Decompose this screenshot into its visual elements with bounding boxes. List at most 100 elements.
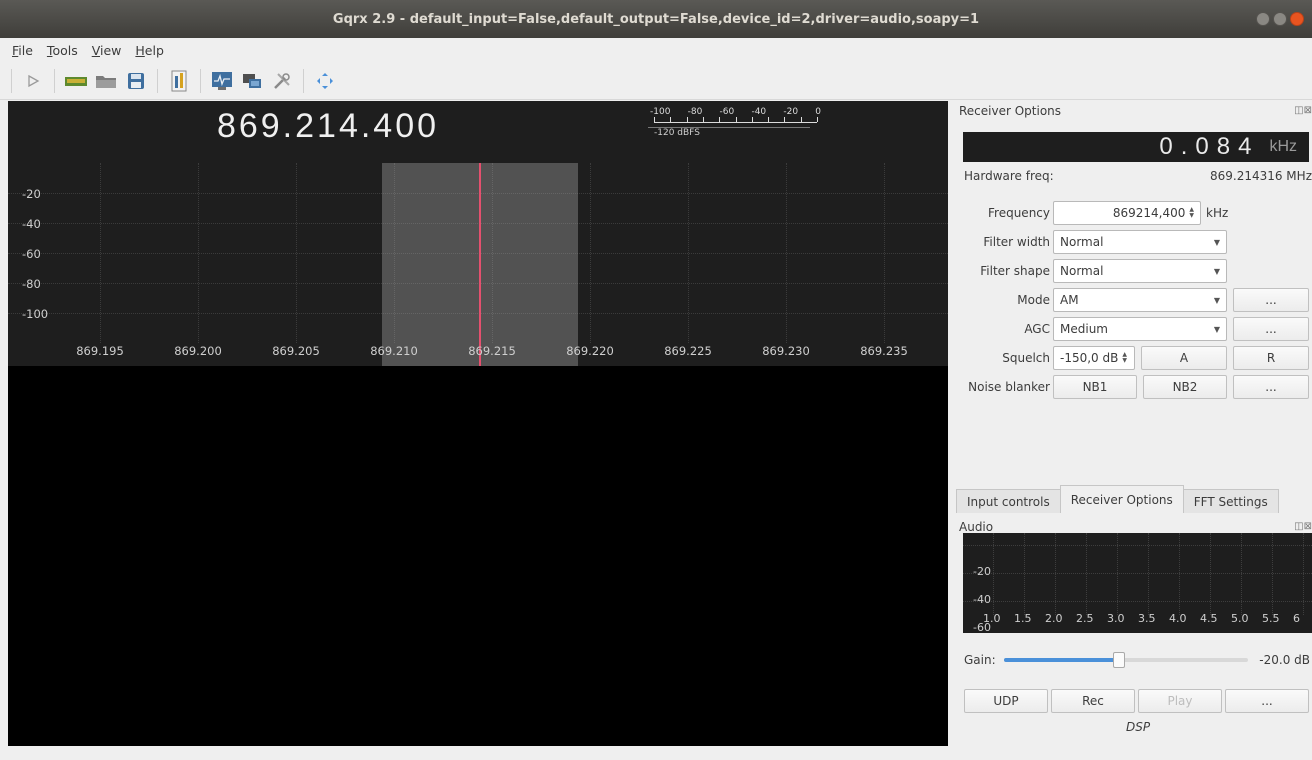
spectrum-icon[interactable] [210, 69, 234, 93]
squelch-spinbox[interactable]: -150,0 dB ▲ ▼ [1053, 346, 1135, 370]
open-icon[interactable] [94, 69, 118, 93]
freq-tick-label: 869.230 [762, 344, 810, 358]
frequency-spinbox[interactable]: 869214,400 ▲ ▼ [1053, 201, 1201, 225]
device-icon[interactable] [64, 69, 88, 93]
frequency-value: 869214,400 [1112, 206, 1186, 220]
audio-options-button[interactable]: ... [1225, 689, 1309, 713]
nb-options-button[interactable]: ... [1233, 375, 1309, 399]
mode-value: AM [1060, 293, 1079, 307]
play-button[interactable]: Play [1138, 689, 1222, 713]
grid-line [884, 163, 885, 343]
grid-line [993, 533, 994, 615]
filter-shape-select[interactable]: Normal ▼ [1053, 259, 1227, 283]
toolbar-separator [157, 68, 158, 93]
close-button[interactable] [1290, 12, 1304, 26]
audio-freq-label: 1.5 [1014, 612, 1032, 625]
freq-tick-label: 869.225 [664, 344, 712, 358]
grid-line [1303, 533, 1304, 615]
toolbar-separator [303, 68, 304, 93]
grid-line [1024, 533, 1025, 615]
toolbar [0, 62, 1312, 100]
record-icon[interactable] [167, 69, 191, 93]
menu-view[interactable]: View [92, 43, 122, 58]
play-icon[interactable] [21, 69, 45, 93]
squelch-auto-button[interactable]: A [1141, 346, 1227, 370]
freq-tick-label: 869.235 [860, 344, 908, 358]
agc-options-button[interactable]: ... [1233, 317, 1309, 341]
grid-line [296, 163, 297, 343]
udp-button[interactable]: UDP [964, 689, 1048, 713]
grid-line [1086, 533, 1087, 615]
tab-receiver-options[interactable]: Receiver Options [1059, 485, 1184, 513]
grid-line [1055, 533, 1056, 615]
dock-float-close-icons[interactable]: ◫⊠ [1294, 105, 1312, 116]
grid-line [1179, 533, 1180, 615]
meter-tick-label: -60 [719, 107, 735, 117]
meter-tick-label: -100 [650, 107, 671, 117]
maximize-button[interactable] [1273, 12, 1287, 26]
spectrum-plot[interactable]: 869.214.400 -100 -80 -60 -40 -20 0 -120 … [8, 101, 948, 366]
agc-value: Medium [1060, 322, 1108, 336]
db-label: -80 [22, 277, 41, 291]
agc-label: AGC [1024, 322, 1050, 336]
dock-float-close-icons[interactable]: ◫⊠ [1294, 521, 1312, 532]
gain-slider[interactable] [1004, 652, 1248, 668]
settings-icon[interactable] [270, 69, 294, 93]
filter-shape-value: Normal [1060, 264, 1104, 278]
tab-input-controls[interactable]: Input controls [956, 489, 1061, 513]
squelch-label: Squelch [1002, 351, 1050, 365]
chevron-down-icon: ▼ [1213, 324, 1220, 334]
menu-file[interactable]: File [12, 43, 33, 58]
frequency-readout[interactable]: 869.214.400 [8, 107, 648, 146]
audio-freq-label: 5.0 [1231, 612, 1249, 625]
frequency-label: Frequency [988, 206, 1050, 220]
hardware-freq-value: 869.214316 MHz [1209, 169, 1312, 183]
minimize-button[interactable] [1256, 12, 1270, 26]
agc-select[interactable]: Medium ▼ [1053, 317, 1227, 341]
noise-blanker-label: Noise blanker [968, 380, 1050, 394]
nb1-button[interactable]: NB1 [1053, 375, 1137, 399]
offset-display[interactable]: 0.084 kHz [963, 132, 1309, 162]
nb2-button[interactable]: NB2 [1143, 375, 1227, 399]
spin-arrows-icon[interactable]: ▲ ▼ [1189, 207, 1194, 219]
window-title: Gqrx 2.9 - default_input=False,default_o… [332, 11, 980, 27]
freq-tick-label: 869.200 [174, 344, 222, 358]
demod-marker[interactable] [479, 163, 481, 366]
audio-dock-title: Audio [959, 520, 994, 534]
gain-slider-handle[interactable] [1112, 652, 1125, 668]
meter-label: -120 dBFS [648, 127, 810, 138]
filter-shape-label: Filter shape [980, 264, 1050, 278]
grid-line [100, 163, 101, 343]
audio-db-label: -20 [973, 565, 991, 578]
mode-options-button[interactable]: ... [1233, 288, 1309, 312]
filter-width-select[interactable]: Normal ▼ [1053, 230, 1227, 254]
spin-arrows-icon[interactable]: ▲ ▼ [1122, 352, 1127, 364]
squelch-reset-button[interactable]: R [1233, 346, 1309, 370]
fullscreen-icon[interactable] [313, 69, 337, 93]
menu-help[interactable]: Help [135, 43, 164, 58]
toolbar-separator [11, 68, 12, 93]
waterfall-display[interactable] [8, 366, 948, 746]
grid-line [963, 601, 1312, 602]
grid-line [963, 545, 1312, 546]
record-button[interactable]: Rec [1051, 689, 1135, 713]
audio-freq-label: 4.0 [1169, 612, 1187, 625]
audio-freq-label: 2.0 [1045, 612, 1063, 625]
plot-area[interactable]: -20 -40 -60 -80 -100 869.195 869.200 869… [8, 163, 948, 366]
save-icon[interactable] [124, 69, 148, 93]
audio-freq-label: 3.0 [1107, 612, 1125, 625]
db-label: -100 [22, 307, 49, 321]
remote-icon[interactable] [240, 69, 264, 93]
title-bar: Gqrx 2.9 - default_input=False,default_o… [0, 0, 1312, 38]
meter-tick-label: -40 [751, 107, 767, 117]
tab-fft-settings[interactable]: FFT Settings [1182, 489, 1279, 513]
gain-slider-fill [1004, 658, 1119, 662]
freq-tick-label: 869.220 [566, 344, 614, 358]
grid-line [688, 163, 689, 343]
meter-ticks: -100 -80 -60 -40 -20 0 [648, 107, 823, 117]
grid-line [198, 163, 199, 343]
menu-tools[interactable]: Tools [47, 43, 78, 58]
grid-line [590, 163, 591, 343]
mode-select[interactable]: AM ▼ [1053, 288, 1227, 312]
signal-meter: -100 -80 -60 -40 -20 0 -120 dBFS [648, 107, 823, 152]
